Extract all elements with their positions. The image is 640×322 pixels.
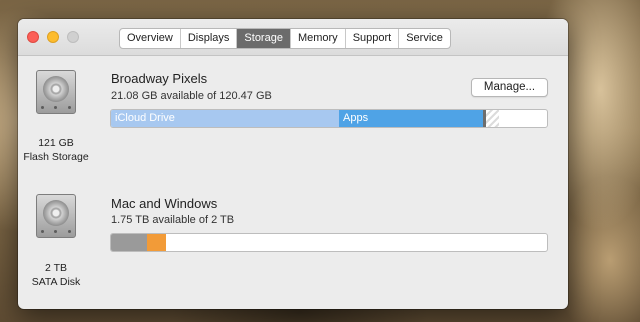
tab-overview[interactable]: Overview [120,29,181,48]
tab-memory[interactable]: Memory [291,29,346,48]
title-bar: Overview Displays Storage Memory Support… [18,19,568,56]
minimize-window-button[interactable] [47,31,59,43]
about-this-mac-window: Overview Displays Storage Memory Support… [18,19,568,309]
drive-type: Flash Storage [23,151,89,163]
tab-storage[interactable]: Storage [237,29,291,48]
volume-name: Mac and Windows [111,196,218,211]
tab-bar: Overview Displays Storage Memory Support… [119,28,451,49]
drive-size: 121 GB [38,137,74,149]
usage-segment-icloud-drive[interactable]: iCloud Drive [111,110,339,127]
storage-usage-bar [110,233,548,252]
usage-segment-apps[interactable]: Apps [339,110,483,127]
volume-availability: 1.75 TB available of 2 TB [111,214,235,226]
usage-segment[interactable] [111,234,147,251]
close-window-button[interactable] [27,31,39,43]
hard-drive-icon [36,194,76,238]
usage-segment[interactable] [147,234,166,251]
volume-availability: 21.08 GB available of 120.47 GB [111,90,272,102]
manage-button[interactable]: Manage... [471,78,548,97]
hard-drive-icon [36,70,76,114]
tab-service[interactable]: Service [399,29,450,48]
zoom-window-button[interactable] [67,31,79,43]
storage-usage-bar: iCloud Drive Apps [110,109,548,128]
tab-support[interactable]: Support [346,29,400,48]
drive-type: SATA Disk [31,276,81,288]
tab-displays[interactable]: Displays [181,29,238,48]
usage-segment[interactable] [486,110,499,127]
drive-size: 2 TB [45,262,67,274]
volume-name: Broadway Pixels [111,71,208,86]
